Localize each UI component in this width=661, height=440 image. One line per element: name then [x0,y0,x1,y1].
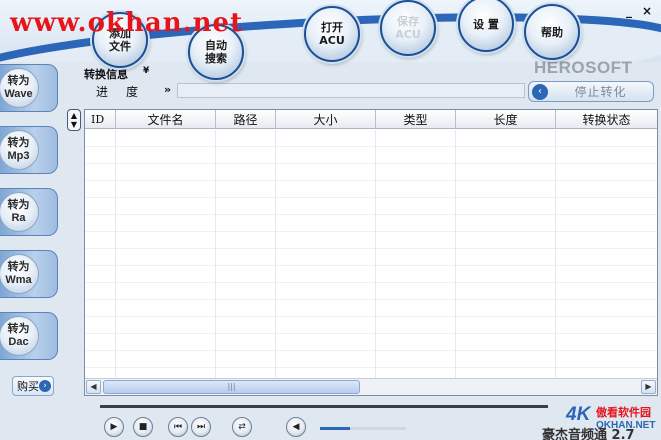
auto-search-button-label: 自动 搜索 [205,39,227,65]
next-track-icon[interactable]: ⏭ [191,417,211,437]
watermark-text: www.okhan.net [10,8,244,38]
convert-mp3-label: 转为 Mp3 [7,137,30,162]
close-button[interactable]: × [640,4,654,18]
column-header-length[interactable]: 长度 [456,110,556,129]
save-acu-button[interactable]: 保存 ACU [380,0,436,56]
convert-wave-button[interactable]: 转为 Wave [0,64,58,112]
logo-url: OKHAN.NET [596,420,656,431]
chevron-down-icon: ▼ [70,120,78,129]
column-header-filename[interactable]: 文件名 [116,110,216,129]
buy-button[interactable]: 购买 › [12,376,54,396]
column-header-type[interactable]: 类型 [376,110,456,129]
column-header-size[interactable]: 大小 [276,110,376,129]
progress-bar [177,83,525,98]
convert-dac-knob: 转为 Dac [0,316,39,356]
double-chevron-icon: » [164,83,172,96]
convert-dac-button[interactable]: 转为 Dac [0,312,58,360]
expand-info-toggle[interactable]: ¥ [143,66,149,76]
convert-wma-knob: 转为 Wma [0,254,39,294]
horizontal-scrollbar[interactable]: ◀ ||| ▶ [85,378,657,395]
column-header-id[interactable]: ID [85,110,116,129]
open-acu-button[interactable]: 打开 ACU [304,6,360,62]
table-header: ID 文件名 路径 大小 类型 长度 转换状态 [85,110,657,129]
play-icon[interactable]: ▶ [104,417,124,437]
previous-track-icon[interactable]: ⏮ [168,417,188,437]
repeat-icon[interactable]: ⇄ [232,417,252,437]
minimize-button[interactable]: _ [622,4,636,18]
save-acu-button-label: 保存 ACU [395,15,421,41]
chevron-up-icon: ▲ [70,111,78,120]
buy-button-label: 购买 [17,380,39,393]
column-header-path[interactable]: 路径 [216,110,276,129]
conversion-info-label: 转换信息 [84,68,128,81]
file-table[interactable]: ID 文件名 路径 大小 类型 长度 转换状态 ◀ ||| ▶ [84,109,658,396]
stop-conversion-label: 停止转化 [574,85,627,99]
column-header-status[interactable]: 转换状态 [556,110,657,129]
convert-wave-label: 转为 Wave [4,75,33,100]
collapse-toggle-button[interactable]: ▲ ▼ [67,109,81,131]
progress-label: 进度 [96,85,157,99]
open-acu-button-label: 打开 ACU [319,21,345,47]
scroll-right-arrow[interactable]: ▶ [641,380,656,394]
convert-dac-label: 转为 Dac [7,323,30,348]
chevron-right-icon: › [39,380,51,392]
stop-conversion-button[interactable]: ‹ 停止转化 [528,81,654,102]
volume-slider-fill [320,427,350,430]
chevron-left-icon: ‹ [532,83,548,100]
seek-slider[interactable] [100,405,548,408]
site-logo: 4K 傲看软件园 OKHAN.NET [566,402,658,438]
stop-icon[interactable]: ■ [133,417,153,437]
volume-icon[interactable]: ◀ [286,417,306,437]
logo-mark: 4K [566,404,591,425]
convert-wma-button[interactable]: 转为 Wma [0,250,58,298]
help-button[interactable]: 帮助 [524,4,580,60]
convert-ra-label: 转为 Ra [7,199,30,224]
convert-ra-knob: 转为 Ra [0,192,39,232]
scrollbar-thumb[interactable]: ||| [103,380,360,394]
convert-mp3-button[interactable]: 转为 Mp3 [0,126,58,174]
convert-wave-knob: 转为 Wave [0,68,39,108]
logo-site-name: 傲看软件园 [596,406,651,419]
scroll-left-arrow[interactable]: ◀ [86,380,101,394]
settings-button-label: 设 置 [473,17,499,31]
convert-wma-label: 转为 Wma [5,261,32,286]
brand-logo-text: HEROSOFT [534,58,633,77]
convert-mp3-knob: 转为 Mp3 [0,130,39,170]
convert-ra-button[interactable]: 转为 Ra [0,188,58,236]
help-button-label: 帮助 [541,25,563,39]
table-body[interactable] [85,130,657,378]
